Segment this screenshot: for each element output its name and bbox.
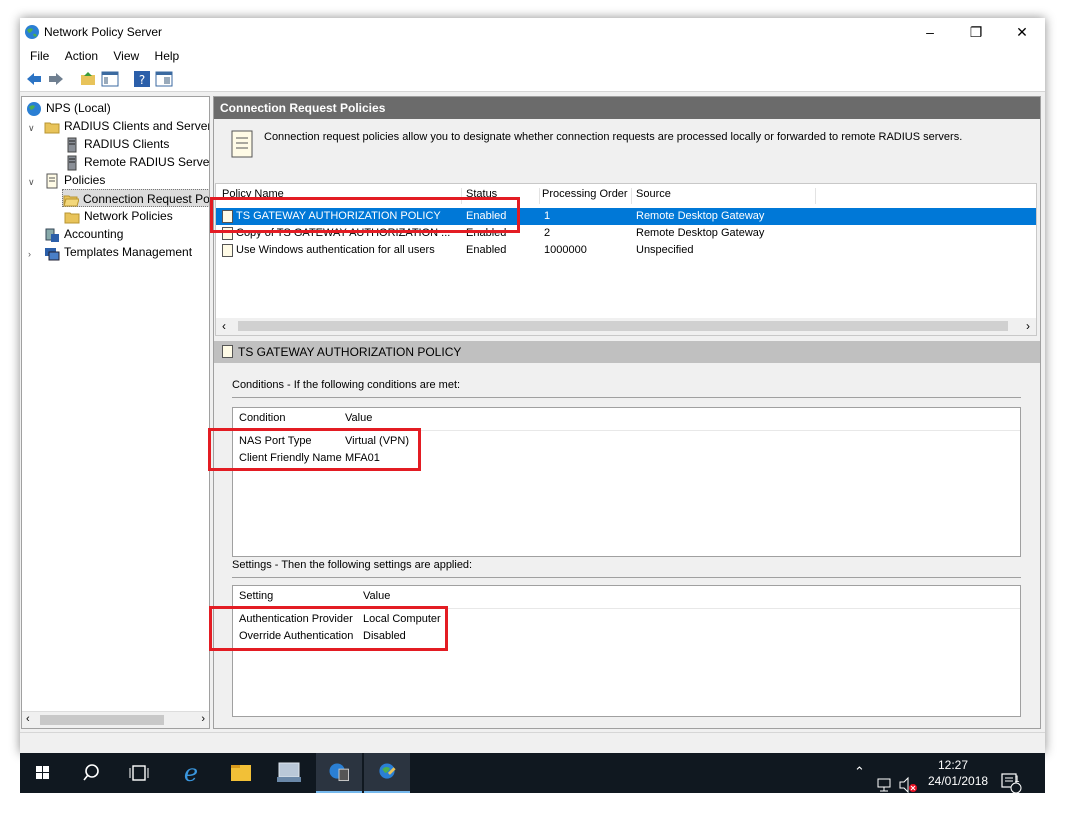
- tree-item-remote-radius-server[interactable]: Remote RADIUS Server: [64, 153, 209, 171]
- svg-text:?: ?: [139, 73, 145, 87]
- up-folder-icon[interactable]: [79, 70, 97, 88]
- windows-start-icon[interactable]: [20, 753, 66, 793]
- settings-label: Settings - Then the following settings a…: [232, 559, 473, 571]
- open-folder-icon: [63, 195, 79, 207]
- navigation-tree: NPS (Local) ∨ RADIUS Clients and Servers…: [21, 96, 210, 729]
- edge-icon[interactable]: e: [168, 753, 214, 793]
- restore-button[interactable]: ❐: [953, 18, 999, 46]
- task-view-icon[interactable]: [116, 753, 162, 793]
- volume-muted-icon[interactable]: [898, 765, 918, 805]
- taskbar: e ⌃ 12:27 24/01/2018 1: [20, 753, 1045, 794]
- table-row[interactable]: Use Windows authentication for all users…: [216, 242, 1036, 259]
- column-header-setting[interactable]: Setting: [239, 590, 273, 602]
- nps-console-icon[interactable]: [316, 753, 362, 793]
- divider: [232, 577, 1021, 578]
- scroll-left-icon[interactable]: ‹: [222, 319, 226, 333]
- menu-file[interactable]: File: [24, 47, 55, 65]
- templates-icon: [45, 247, 60, 261]
- close-button[interactable]: ✕: [999, 18, 1045, 46]
- globe-icon[interactable]: [364, 753, 410, 793]
- policy-icon: [222, 243, 233, 257]
- column-header-condition[interactable]: Condition: [239, 412, 285, 424]
- notification-count-badge: 1: [1014, 774, 1020, 784]
- clock[interactable]: 12:27 24/01/2018: [928, 757, 989, 797]
- properties-icon[interactable]: [155, 70, 173, 88]
- column-header-source[interactable]: Source: [636, 188, 816, 204]
- highlight-box: [208, 428, 421, 471]
- minimize-button[interactable]: –: [907, 18, 953, 46]
- tree-item-accounting[interactable]: Accounting: [44, 225, 123, 243]
- network-icon[interactable]: [876, 765, 894, 805]
- server-icon: [67, 137, 77, 153]
- scroll-thumb[interactable]: [238, 321, 1008, 331]
- tree-item-nps-local[interactable]: NPS (Local): [26, 99, 111, 117]
- svg-text:e: e: [184, 759, 198, 787]
- tree-horizontal-scrollbar[interactable]: ‹ ›: [22, 711, 209, 728]
- show-hide-tree-icon[interactable]: [101, 70, 119, 88]
- tree-item-connection-request-policies[interactable]: Connection Request Po: [62, 189, 209, 207]
- selected-policy-bar: TS GATEWAY AUTHORIZATION POLICY: [214, 341, 1040, 363]
- clock-time: 12:27: [937, 758, 969, 772]
- menu-action[interactable]: Action: [59, 47, 104, 65]
- folder-icon: [64, 212, 80, 224]
- settings-grid: Setting Value Authentication Provider Lo…: [232, 585, 1021, 717]
- window-title: Network Policy Server: [44, 25, 163, 39]
- tree-item-templates-management[interactable]: Templates Management: [44, 243, 192, 261]
- description-text: Connection request policies allow you to…: [264, 131, 963, 143]
- pane-header: Connection Request Policies: [214, 97, 1040, 119]
- column-header-value[interactable]: Value: [363, 590, 390, 602]
- status-bar: [20, 732, 1045, 753]
- globe-icon: [27, 101, 41, 116]
- highlight-box: [209, 606, 448, 651]
- tree-item-network-policies[interactable]: Network Policies: [64, 207, 173, 225]
- column-header-processing-order[interactable]: Processing Order: [542, 188, 632, 204]
- title-bar[interactable]: Network Policy Server – ❐ ✕: [20, 18, 1045, 46]
- divider: [232, 397, 1021, 398]
- menu-view[interactable]: View: [107, 47, 145, 65]
- scroll-thumb[interactable]: [40, 715, 164, 725]
- tree-item-radius-clients[interactable]: RADIUS Clients: [64, 135, 169, 153]
- globe-icon: [25, 25, 39, 39]
- scroll-left-icon[interactable]: ‹: [26, 713, 30, 725]
- server-icon: [67, 155, 77, 171]
- folder-icon: [44, 122, 60, 134]
- toolbar: ?: [20, 66, 1045, 92]
- tree-item-policies[interactable]: Policies: [44, 171, 105, 189]
- file-explorer-icon[interactable]: [218, 753, 264, 793]
- back-icon[interactable]: [25, 70, 43, 88]
- server-manager-icon[interactable]: [266, 753, 312, 793]
- collapse-caret-icon[interactable]: ›: [28, 249, 31, 259]
- scroll-right-icon[interactable]: ›: [201, 713, 205, 725]
- list-horizontal-scrollbar[interactable]: ‹ ›: [216, 318, 1036, 335]
- policy-icon: [46, 173, 58, 189]
- search-icon[interactable]: [68, 753, 114, 793]
- expand-caret-icon[interactable]: ∨: [28, 123, 35, 134]
- scroll-right-icon[interactable]: ›: [1026, 319, 1030, 333]
- highlight-box: [210, 197, 520, 233]
- tree-item-radius-clients-servers[interactable]: RADIUS Clients and Servers: [44, 117, 209, 135]
- policy-document-icon: [231, 130, 253, 158]
- application-window: Network Policy Server – ❐ ✕ File Action …: [20, 18, 1045, 753]
- show-hidden-icons-chevron-icon[interactable]: ⌃: [854, 764, 865, 804]
- expand-caret-icon[interactable]: ∨: [28, 177, 35, 188]
- menu-bar: File Action View Help: [20, 46, 1045, 66]
- conditions-label: Conditions - If the following conditions…: [232, 379, 461, 391]
- accounting-icon: [45, 228, 59, 242]
- policy-icon: [222, 345, 233, 358]
- menu-help[interactable]: Help: [149, 47, 186, 65]
- column-header-value[interactable]: Value: [345, 412, 372, 424]
- help-icon[interactable]: ?: [133, 70, 151, 88]
- forward-icon[interactable]: [47, 70, 65, 88]
- clock-date: 24/01/2018: [928, 774, 989, 788]
